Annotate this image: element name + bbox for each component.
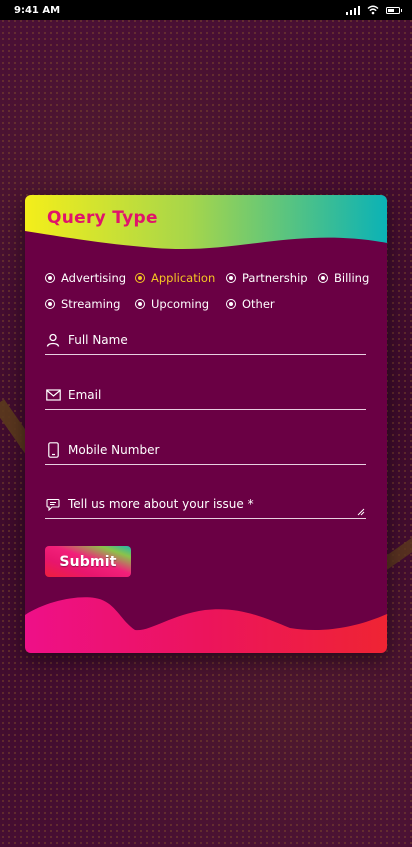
query-form-card: Query Type Advertising Application Partn… [25, 195, 387, 653]
option-label: Partnership [242, 271, 308, 285]
option-partnership[interactable]: Partnership [226, 271, 318, 285]
wifi-icon [367, 5, 379, 15]
form-title: Query Type [47, 208, 158, 228]
options-row: Advertising Application Partnership Bill… [45, 265, 375, 291]
option-label: Upcoming [151, 297, 210, 311]
issue-textarea[interactable]: Tell us more about your issue * [45, 490, 366, 519]
mobile-number-field[interactable]: Mobile Number [45, 436, 366, 465]
option-label: Streaming [61, 297, 121, 311]
option-application[interactable]: Application [135, 271, 226, 285]
email-placeholder: Email [68, 388, 102, 402]
radio-selected-icon [135, 273, 145, 283]
card-footer-wave [25, 590, 387, 653]
user-icon [45, 332, 61, 348]
option-advertising[interactable]: Advertising [45, 271, 135, 285]
option-label: Other [242, 297, 275, 311]
option-streaming[interactable]: Streaming [45, 297, 135, 311]
radio-icon [45, 273, 55, 283]
option-other[interactable]: Other [226, 297, 275, 311]
option-upcoming[interactable]: Upcoming [135, 297, 226, 311]
option-label: Application [151, 271, 216, 285]
query-type-options: Advertising Application Partnership Bill… [45, 265, 375, 317]
radio-icon [226, 273, 236, 283]
message-icon [45, 496, 61, 512]
radio-icon [318, 273, 328, 283]
radio-icon [135, 299, 145, 309]
options-row: Streaming Upcoming Other [45, 291, 375, 317]
mobile-number-placeholder: Mobile Number [68, 443, 160, 457]
resize-handle-icon[interactable] [357, 508, 365, 516]
option-label: Advertising [61, 271, 127, 285]
option-billing[interactable]: Billing [318, 271, 369, 285]
full-name-placeholder: Full Name [68, 333, 128, 347]
signal-icon [345, 5, 360, 15]
radio-icon [226, 299, 236, 309]
email-field[interactable]: Email [45, 381, 366, 410]
option-label: Billing [334, 271, 370, 285]
card-header: Query Type [25, 195, 387, 255]
battery-icon [386, 6, 402, 14]
status-bar: 9:41 AM [0, 0, 412, 20]
status-icons [345, 5, 402, 15]
full-name-field[interactable]: Full Name [45, 326, 366, 355]
issue-placeholder: Tell us more about your issue * [68, 497, 254, 511]
status-time: 9:41 AM [14, 4, 61, 16]
submit-button[interactable]: Submit [45, 546, 131, 577]
radio-icon [45, 299, 55, 309]
email-icon [45, 387, 61, 403]
phone-icon [45, 442, 61, 458]
